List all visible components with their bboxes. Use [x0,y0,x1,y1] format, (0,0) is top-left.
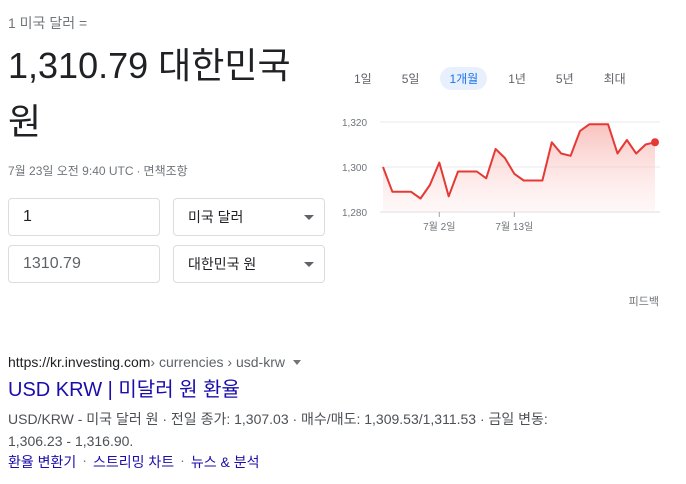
result-title-link[interactable]: USD KRW | 미달러 원 환율 [8,376,240,404]
rate-timestamp-row: 7월 23일 오전 9:40 UTC · 면책조항 [8,164,188,178]
tab-1d[interactable]: 1일 [345,67,381,90]
tab-5y[interactable]: 5년 [547,67,583,90]
tab-1m[interactable]: 1개월 [440,67,488,90]
snippet-line: USD/KRW - 미국 달러 원 · 전일 종가: 1,307.03 · 매수… [8,411,548,427]
converter-subtitle: 1 미국 달러 = [8,15,88,31]
exchange-rate-chart[interactable]: 1,320 1,300 1,280 7월 2일 7월 13일 [335,110,670,240]
tab-1y[interactable]: 1년 [499,67,535,90]
from-amount-input[interactable]: 1 [8,198,160,236]
dropdown-arrow-icon [304,261,314,267]
y-tick-label: 1,280 [342,208,367,219]
to-currency-value: 대한민국 원 [188,256,257,272]
chart-area-fill [383,124,655,212]
dropdown-arrow-icon [304,214,314,220]
feedback-link[interactable]: 피드백 [629,293,659,309]
tab-5d[interactable]: 5일 [393,67,429,90]
more-options-icon[interactable] [293,359,301,365]
conversion-result-unit: 원 [8,101,42,142]
chart-range-tabs: 1일 5일 1개월 1년 5년 최대 [345,67,647,90]
separator: · [180,452,185,468]
snippet-line: 1,306.23 - 1,316.90. [8,433,134,449]
result-url[interactable]: https://kr.investing.com › currencies › … [8,354,301,370]
sitelink-news-analysis[interactable]: 뉴스 & 분석 [191,452,260,472]
to-currency-select[interactable]: 대한민국 원 [173,245,325,283]
tab-max[interactable]: 최대 [595,67,635,90]
x-tick-label: 7월 2일 [423,221,455,233]
result-snippet: USD/KRW - 미국 달러 원 · 전일 종가: 1,307.03 · 매수… [8,408,568,452]
sitelink-converter[interactable]: 환율 변환기 [8,452,76,472]
x-tick-label: 7월 13일 [495,221,533,233]
y-tick-label: 1,320 [342,118,367,129]
rate-timestamp: 7월 23일 오전 9:40 UTC [8,164,134,178]
conversion-result: 1,310.79 대한민국 [8,45,291,86]
to-amount-input[interactable]: 1310.79 [8,245,160,283]
result-url-path: › currencies › usd-krw [150,354,285,370]
result-url-base: https://kr.investing.com [8,354,151,370]
chart-current-point [651,138,659,147]
sitelinks: 환율 변환기 · 스트리밍 차트 · 뉴스 & 분석 [8,452,259,472]
sitelink-streaming-chart[interactable]: 스트리밍 차트 [93,452,174,472]
from-currency-value: 미국 달러 [188,209,244,225]
disclaimer-link[interactable]: 면책조항 [144,164,188,178]
y-tick-label: 1,300 [342,163,367,174]
separator: · [82,452,87,468]
from-currency-select[interactable]: 미국 달러 [173,198,325,236]
